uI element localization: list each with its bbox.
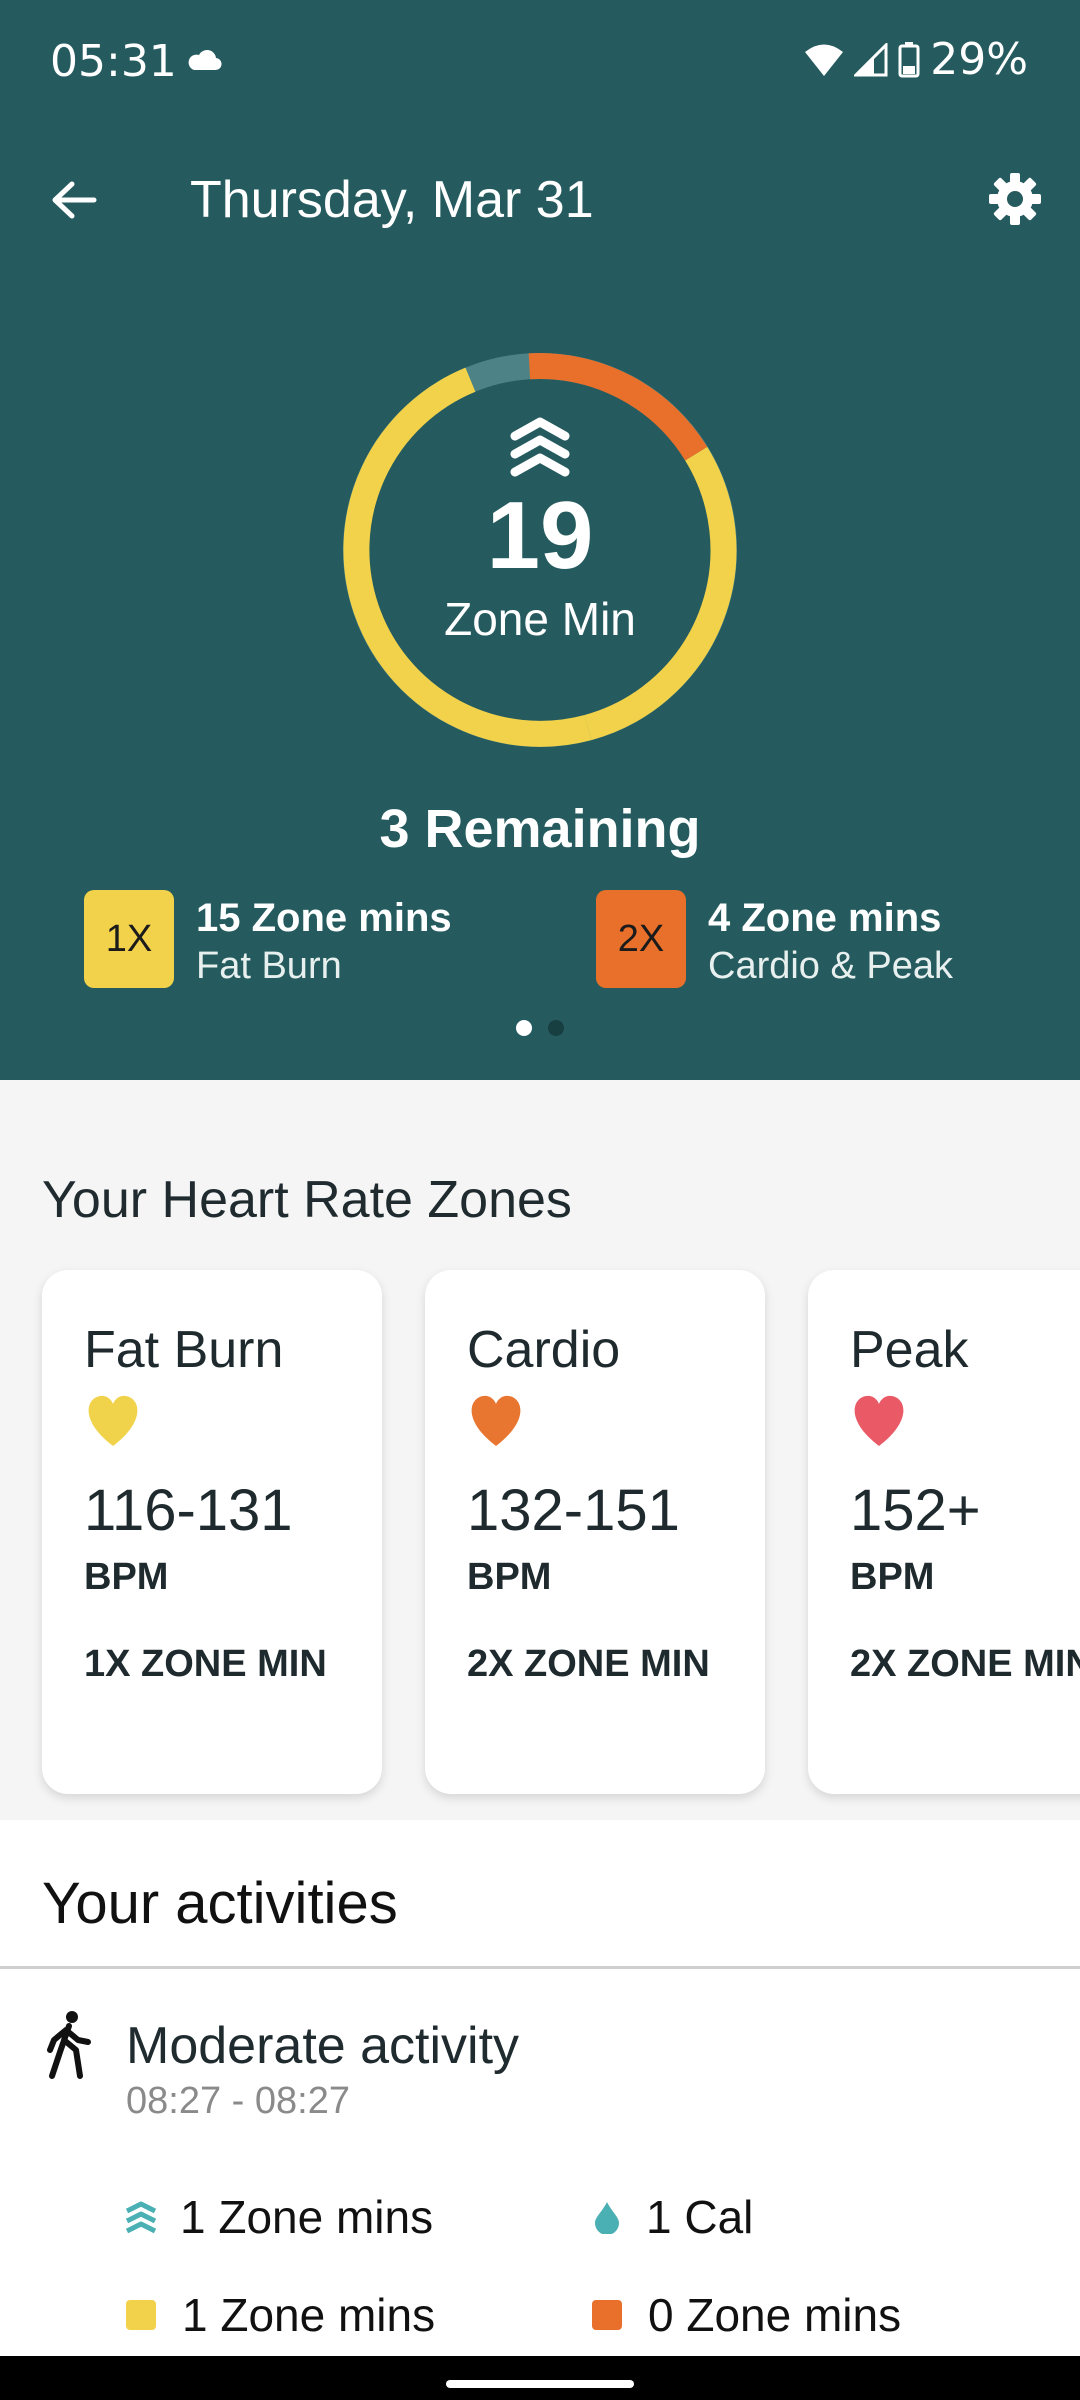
zone-chevrons-icon	[125, 2201, 157, 2234]
legend-title: 4 Zone mins	[708, 896, 942, 940]
zone-minutes-value: 19	[486, 481, 594, 589]
wifi-icon	[805, 44, 844, 76]
zone-unit: BPM	[467, 1556, 552, 1598]
zone-multiplier: 1X ZONE MIN	[84, 1643, 327, 1685]
metric-text: 1 Cal	[646, 2191, 754, 2243]
metric-text: 1 Zone mins	[182, 2289, 436, 2341]
metric-calories: 1 Cal	[590, 2190, 753, 2244]
zone-multiplier: 2X ZONE MIN	[850, 1643, 1080, 1685]
legend-fat-burn: 1X 15 Zone mins Fat Burn	[84, 890, 452, 993]
metric-text: 1 Zone mins	[180, 2191, 434, 2243]
cloud-icon	[188, 50, 222, 71]
status-bar: 05:31 29%	[0, 0, 1080, 120]
heart-rate-zones-section: Your Heart Rate Zones Fat Burn 116-131 B…	[0, 1080, 1080, 1820]
settings-button[interactable]	[982, 166, 1048, 232]
activity-name[interactable]: Moderate activity	[126, 2016, 519, 2076]
zone-name: Fat Burn	[84, 1321, 284, 1379]
zone-bpm-range: 132-151	[467, 1478, 680, 1543]
zone-minutes-icon	[510, 417, 570, 477]
top-app-bar: Thursday, Mar 31	[0, 150, 1080, 250]
zone-bpm-range: 152+	[850, 1478, 981, 1543]
yellow-square-icon	[126, 2300, 156, 2330]
gear-icon	[989, 173, 1041, 225]
activities-title: Your activities	[42, 1871, 398, 1936]
hero-summary: 05:31 29% Thursday, Mar 31 19 Zone Min 3…	[0, 0, 1080, 1080]
divider	[0, 1966, 1080, 1969]
orange-square-icon	[592, 2300, 622, 2330]
multiplier-badge-1x: 1X	[84, 890, 174, 988]
activities-section: Your activities Moderate activity 08:27 …	[0, 1820, 1080, 2400]
legend-title: 15 Zone mins	[196, 896, 452, 940]
metric-text: 0 Zone mins	[648, 2289, 902, 2341]
cell-signal-icon	[854, 42, 888, 76]
multiplier-badge-2x: 2X	[596, 890, 686, 988]
metric-cardio-mins: 0 Zone mins	[592, 2288, 901, 2342]
battery-percent: 29%	[930, 34, 1028, 85]
zone-card-cardio[interactable]: Cardio 132-151 BPM 2X ZONE MIN	[425, 1270, 765, 1794]
heart-icon	[88, 1395, 138, 1446]
back-arrow-icon	[52, 181, 97, 219]
zone-card-peak[interactable]: Peak 152+ BPM 2X ZONE MIN	[808, 1270, 1080, 1794]
system-nav-bar	[0, 2356, 1080, 2400]
zone-minutes-label: Zone Min	[444, 593, 636, 646]
calorie-drop-icon	[595, 2202, 619, 2234]
metric-fat-burn-mins: 1 Zone mins	[126, 2288, 435, 2342]
legend-subtitle: Cardio & Peak	[708, 945, 954, 987]
zone-name: Peak	[850, 1321, 969, 1379]
home-gesture-handle[interactable]	[446, 2380, 634, 2388]
zone-name: Cardio	[467, 1321, 621, 1379]
section-title: Your Heart Rate Zones	[42, 1171, 572, 1229]
page-title: Thursday, Mar 31	[190, 171, 594, 229]
walking-icon	[47, 2011, 91, 2079]
status-icons: 29%	[804, 34, 1028, 85]
page-dot-1[interactable]	[516, 1020, 532, 1036]
battery-icon	[898, 41, 920, 77]
screen: 05:31 29% Thursday, Mar 31 19 Zone Min 3…	[0, 0, 1080, 2400]
heart-icon	[854, 1395, 904, 1446]
page-indicator[interactable]	[0, 1020, 1080, 1036]
heart-icon	[471, 1395, 521, 1446]
ring-center: 19 Zone Min	[340, 350, 740, 750]
zone-card-fat-burn[interactable]: Fat Burn 116-131 BPM 1X ZONE MIN	[42, 1270, 382, 1794]
remaining-text: 3 Remaining	[379, 799, 701, 859]
zone-cards-carousel[interactable]: Fat Burn 116-131 BPM 1X ZONE MIN Cardio …	[42, 1270, 1080, 1794]
status-time: 05:31	[50, 36, 177, 87]
legend-subtitle: Fat Burn	[196, 945, 342, 987]
zone-unit: BPM	[850, 1556, 935, 1598]
legend-text: 4 Zone mins Cardio & Peak	[708, 890, 953, 993]
back-button[interactable]	[40, 170, 108, 230]
metric-zone-mins: 1 Zone mins	[124, 2190, 433, 2244]
legend-text: 15 Zone mins Fat Burn	[196, 890, 452, 993]
legend-cardio-peak: 2X 4 Zone mins Cardio & Peak	[596, 890, 953, 993]
zone-bpm-range: 116-131	[84, 1478, 293, 1543]
page-dot-2[interactable]	[548, 1020, 564, 1036]
activity-time: 08:27 - 08:27	[126, 2080, 350, 2122]
zone-minutes-ring[interactable]: 19 Zone Min	[340, 350, 740, 750]
zone-unit: BPM	[84, 1556, 169, 1598]
zone-multiplier: 2X ZONE MIN	[467, 1643, 710, 1685]
